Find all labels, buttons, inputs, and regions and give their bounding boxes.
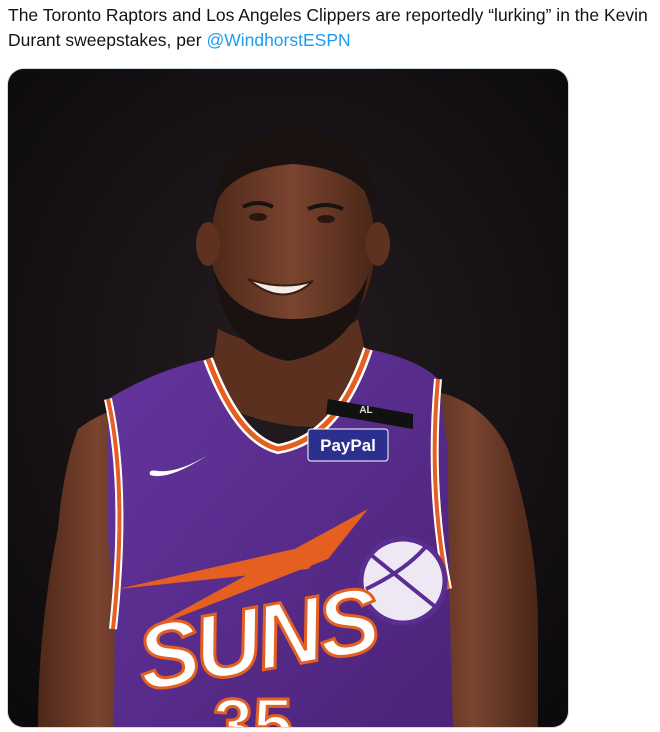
jersey-number: 35	[213, 685, 293, 727]
armband-text: AL	[359, 405, 372, 416]
tweet-photo[interactable]: AL PayPal SUNS 35	[8, 69, 568, 727]
sponsor-patch: PayPal	[320, 436, 376, 455]
tweet-text: The Toronto Raptors and Los Angeles Clip…	[8, 3, 658, 53]
player-photo: AL PayPal SUNS 35	[8, 69, 568, 727]
mention-link[interactable]: @WindhorstESPN	[206, 30, 350, 50]
